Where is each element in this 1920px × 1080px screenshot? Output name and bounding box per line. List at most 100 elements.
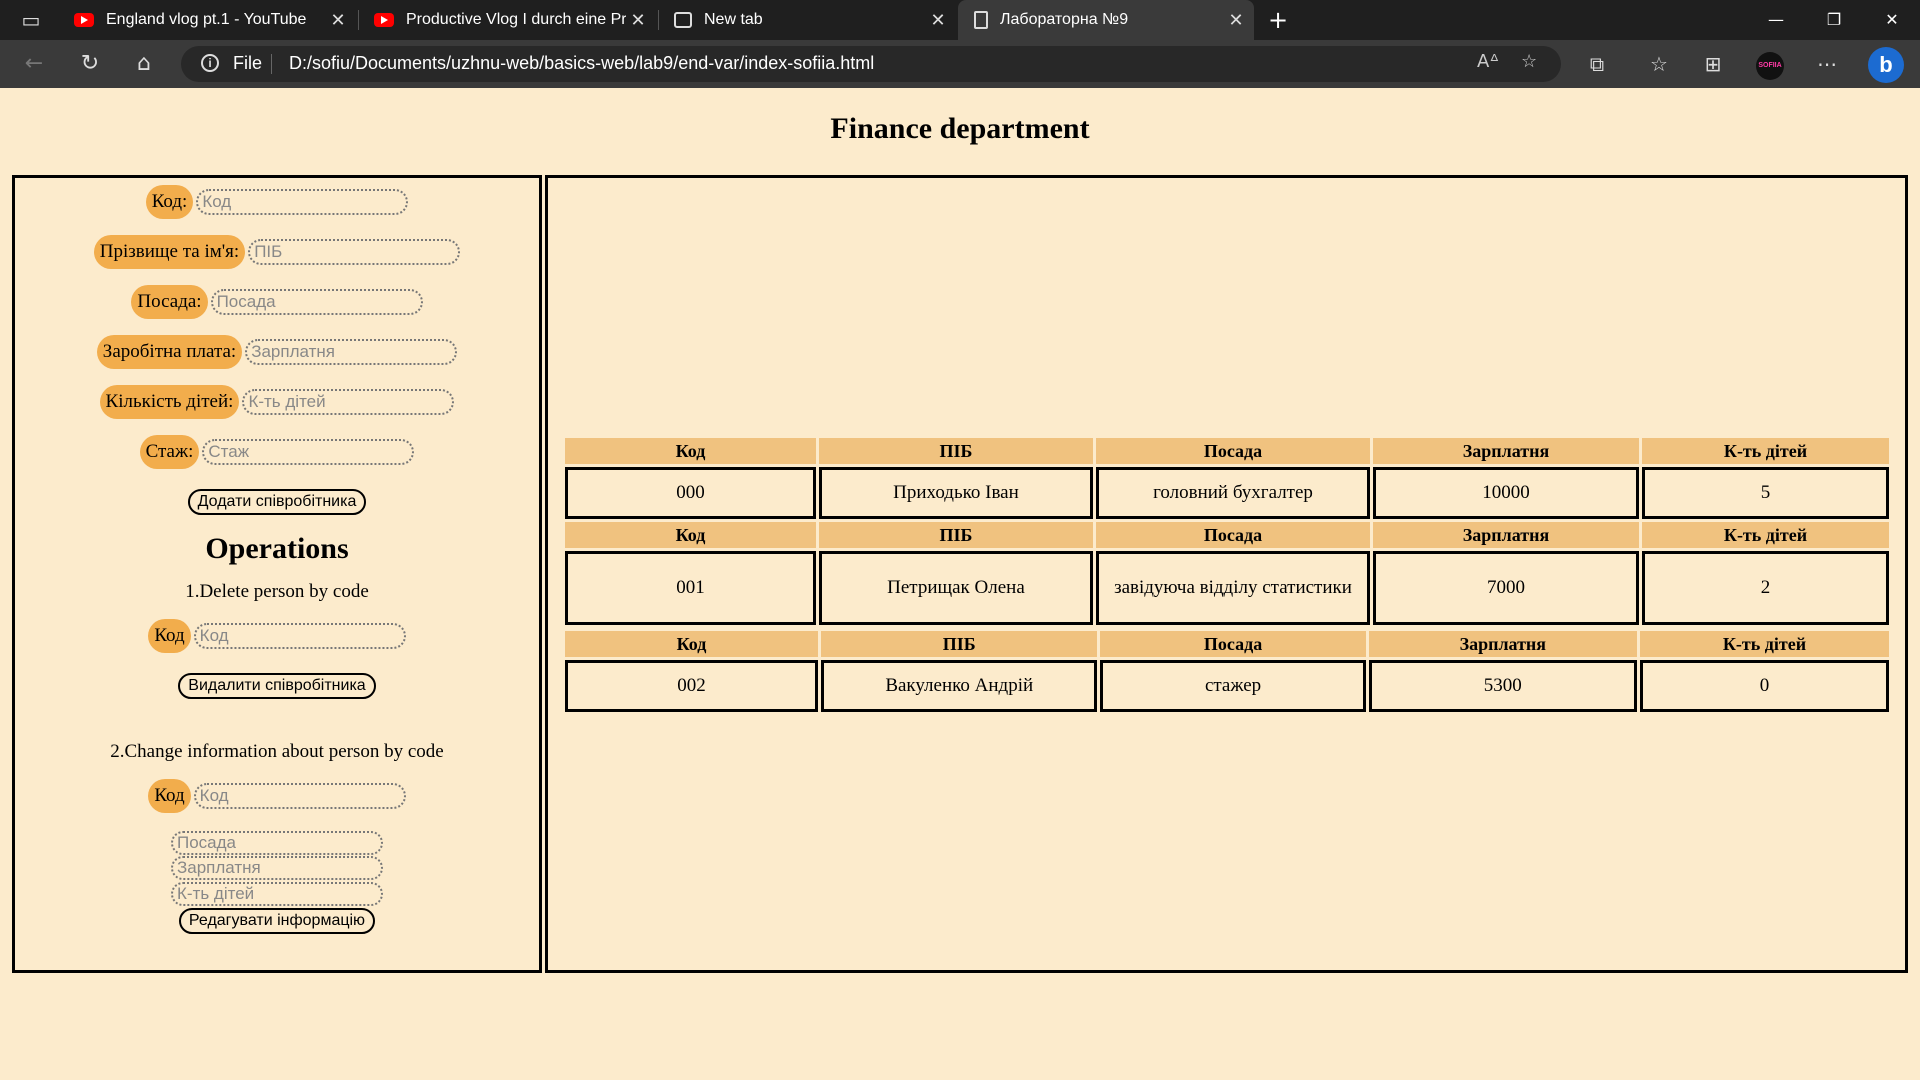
cell-children: 2 bbox=[1642, 551, 1889, 625]
header-salary: Зарплатня bbox=[1368, 631, 1637, 657]
cell-position: головний бухгалтер bbox=[1095, 467, 1371, 519]
operations-title: Operations bbox=[205, 532, 349, 565]
home-icon[interactable]: ⌂ bbox=[126, 50, 162, 78]
change-salary-input[interactable] bbox=[171, 856, 383, 880]
table-row: 000 Приходько Іван головний бухгалтер 10… bbox=[565, 467, 1889, 519]
tab-strip: ▭ England vlog pt.1 - YouTube ✕ Producti… bbox=[0, 0, 1920, 40]
change-children-input[interactable] bbox=[171, 882, 383, 906]
salary-input[interactable] bbox=[245, 339, 458, 365]
delete-code-input[interactable] bbox=[193, 623, 406, 649]
children-input[interactable] bbox=[242, 389, 455, 415]
close-icon[interactable]: ✕ bbox=[326, 10, 350, 31]
edit-info-button[interactable]: Редагувати інформацію bbox=[178, 908, 376, 934]
tab-lab9[interactable]: Лабораторна №9 ✕ bbox=[958, 0, 1254, 40]
tab-youtube-productive[interactable]: Productive Vlog I durch eine Prüf ✕ bbox=[360, 0, 656, 40]
field-children: Кількість дітей: bbox=[15, 385, 539, 419]
position-label: Посада: bbox=[131, 285, 208, 319]
back-icon[interactable]: ← bbox=[16, 50, 52, 78]
bing-icon[interactable]: b bbox=[1868, 47, 1904, 83]
tab-divider bbox=[358, 10, 359, 30]
code-label: Код: bbox=[145, 185, 194, 219]
header-name: ПІБ bbox=[821, 631, 1098, 657]
change-code-input[interactable] bbox=[193, 783, 406, 809]
close-icon[interactable]: ✕ bbox=[626, 10, 650, 31]
close-icon[interactable]: ✕ bbox=[1224, 10, 1248, 31]
more-icon[interactable]: ⋯ bbox=[1812, 52, 1842, 76]
table-row: 002 Вакуленко Андрій стажер 5300 0 bbox=[565, 660, 1889, 712]
new-tab-button[interactable]: + bbox=[1250, 0, 1306, 40]
employee-table-2: Код ПІБ Посада Зарплатня К-ть дітей 002 … bbox=[562, 628, 1892, 715]
add-favorite-icon[interactable]: ☆ bbox=[1521, 51, 1537, 72]
employees-panel: Код ПІБ Посада Зарплатня К-ть дітей 000 … bbox=[545, 175, 1908, 973]
position-input[interactable] bbox=[210, 289, 423, 315]
reload-icon[interactable]: ↻ bbox=[72, 50, 108, 78]
address-bar[interactable]: i File D:/sofiu/Documents/uzhnu-web/basi… bbox=[181, 46, 1561, 82]
experience-input[interactable] bbox=[202, 439, 415, 465]
employee-table-1: Код ПІБ Посада Зарплатня К-ть дітей 001 … bbox=[562, 519, 1892, 628]
cell-name: Петрищак Олена bbox=[818, 551, 1093, 625]
header-children: К-ть дітей bbox=[1642, 522, 1889, 548]
employee-table-0: Код ПІБ Посада Зарплатня К-ть дітей 000 … bbox=[562, 435, 1892, 522]
table-header-row: Код ПІБ Посада Зарплатня К-ть дітей bbox=[565, 631, 1889, 657]
tab-actions-icon[interactable]: ▭ bbox=[16, 8, 46, 32]
salary-label: Заробітна плата: bbox=[96, 335, 243, 369]
collections-icon[interactable]: ⊞ bbox=[1698, 52, 1728, 76]
field-position: Посада: bbox=[15, 285, 539, 319]
close-icon[interactable]: ✕ bbox=[926, 10, 950, 31]
change-position-input[interactable] bbox=[171, 831, 383, 855]
change-code-label: Код bbox=[148, 779, 191, 813]
change-code-field: Код bbox=[15, 779, 539, 813]
table-header-row: Код ПІБ Посада Зарплатня К-ть дітей bbox=[565, 522, 1889, 548]
field-code: Код: bbox=[15, 185, 539, 219]
address-scheme: File bbox=[233, 53, 263, 73]
delete-caption: 1.Delete person by code bbox=[185, 581, 369, 602]
profile-avatar[interactable]: SOFIIA bbox=[1756, 52, 1784, 80]
field-experience: Стаж: bbox=[15, 435, 539, 469]
cell-name: Вакуленко Андрій bbox=[821, 660, 1098, 712]
window-close-button[interactable]: ✕ bbox=[1864, 0, 1920, 40]
read-aloud-icon[interactable]: A͏ᐞ bbox=[1477, 51, 1499, 72]
favorites-icon[interactable]: ☆ bbox=[1644, 52, 1674, 76]
add-employee-button[interactable]: Додати співробітника bbox=[187, 489, 367, 515]
experience-label: Стаж: bbox=[139, 435, 200, 469]
header-salary: Зарплатня bbox=[1373, 522, 1640, 548]
page-title: Finance department bbox=[830, 112, 1090, 145]
header-position: Посада bbox=[1100, 631, 1366, 657]
cell-children: 0 bbox=[1639, 660, 1889, 712]
tab-new-tab[interactable]: New tab ✕ bbox=[660, 0, 956, 40]
cell-name: Приходько Іван bbox=[818, 467, 1093, 519]
cell-position: стажер bbox=[1100, 660, 1366, 712]
table-header-row: Код ПІБ Посада Зарплатня К-ть дітей bbox=[565, 438, 1889, 464]
cell-salary: 5300 bbox=[1368, 660, 1637, 712]
children-label: Кількість дітей: bbox=[99, 385, 240, 419]
delete-row: Видалити співробітника bbox=[15, 671, 539, 701]
header-code: Код bbox=[565, 522, 816, 548]
restore-button[interactable]: ❐ bbox=[1806, 0, 1862, 40]
edit-row: Редагувати інформацію bbox=[15, 907, 539, 935]
tab-youtube-england[interactable]: England vlog pt.1 - YouTube ✕ bbox=[60, 0, 356, 40]
name-input[interactable] bbox=[248, 239, 461, 265]
field-salary: Заробітна плата: bbox=[15, 335, 539, 369]
tab-title: Лабораторна №9 bbox=[1000, 11, 1129, 28]
minimize-button[interactable]: — bbox=[1748, 0, 1804, 40]
header-name: ПІБ bbox=[818, 522, 1093, 548]
tab-title: New tab bbox=[704, 11, 763, 28]
tab-title: Productive Vlog I durch eine Prüf bbox=[406, 11, 626, 28]
delete-employee-button[interactable]: Видалити співробітника bbox=[178, 673, 376, 699]
address-url: D:/sofiu/Documents/uzhnu-web/basics-web/… bbox=[289, 53, 875, 73]
header-children: К-ть дітей bbox=[1642, 438, 1889, 464]
header-name: ПІБ bbox=[818, 438, 1093, 464]
cell-code: 001 bbox=[565, 551, 816, 625]
cell-position: завідуюча відділу статистики bbox=[1095, 551, 1371, 625]
change-caption: 2.Change information about person by cod… bbox=[110, 741, 444, 762]
youtube-icon bbox=[74, 13, 94, 27]
extensions-icon[interactable]: ⧉ bbox=[1582, 52, 1612, 76]
form-panel: Код: Прізвище та ім'я: Посада: Заробітна… bbox=[12, 175, 542, 973]
tab-divider bbox=[658, 10, 659, 30]
cell-code: 000 bbox=[565, 467, 816, 519]
document-icon bbox=[974, 11, 988, 29]
code-input[interactable] bbox=[196, 189, 409, 215]
info-icon[interactable]: i bbox=[201, 54, 219, 72]
cell-salary: 7000 bbox=[1373, 551, 1640, 625]
youtube-icon bbox=[374, 13, 394, 27]
